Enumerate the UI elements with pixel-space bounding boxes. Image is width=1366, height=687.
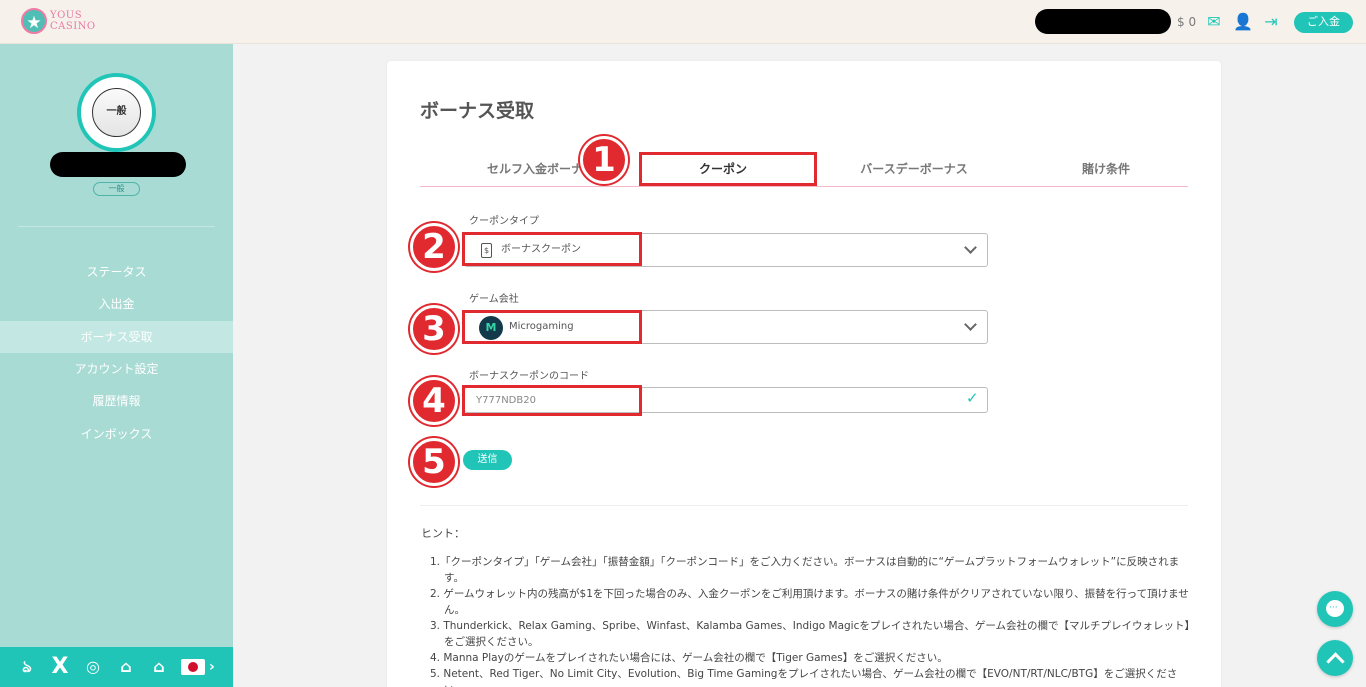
chat-button[interactable]: ··· <box>1317 591 1353 627</box>
avatar-level-text: 一般 <box>92 88 141 137</box>
avatar: 一般 <box>77 73 156 152</box>
top-header: ★ YOUS CASINO $ 0 ✉ 👤 ⇥ ご入金 <box>0 0 1366 44</box>
sidebar-item-inbox[interactable]: インボックス <box>0 418 233 450</box>
game-provider-highlight <box>462 310 642 344</box>
blog-icon[interactable]: ঌ <box>16 656 38 678</box>
sidebar-divider <box>18 226 215 227</box>
social-bar: ঌ X ◎ ⌂ ⌂ › <box>0 647 233 687</box>
sidebar-item-deposit-withdraw[interactable]: 入出金 <box>0 288 233 320</box>
hint-divider <box>420 505 1188 506</box>
hint-item: 4. Manna Playのゲームをプレイされたい場合には、ゲーム会社の欄で【T… <box>430 652 948 664</box>
coupon-type-highlight <box>462 232 642 266</box>
user-icon[interactable]: 👤 <box>1233 12 1253 32</box>
tab-birthday-bonus[interactable]: バースデーボーナス <box>818 160 1010 177</box>
coupon-type-label: クーポンタイプ <box>469 216 539 227</box>
mail-icon[interactable]: ✉ <box>1204 12 1224 32</box>
tabs-underline <box>420 186 1188 187</box>
hint-item: 1.「クーポンタイプ」「ゲーム会社」「振替金額」「クーポンコード」をご入力くださ… <box>430 556 1180 584</box>
redacted-player-name <box>50 152 186 177</box>
japan-flag-icon[interactable] <box>181 659 205 675</box>
x-twitter-icon[interactable]: X <box>49 656 71 678</box>
support-icon[interactable]: ⌂ <box>148 656 170 678</box>
wallet-balance: $ 0 <box>1177 15 1197 29</box>
chevron-down-icon <box>964 318 977 331</box>
star-icon: ★ <box>21 8 47 34</box>
coupon-code-label: ボーナスクーポンのコード <box>469 371 589 382</box>
coupon-code-highlight <box>462 385 642 416</box>
scroll-top-button[interactable] <box>1317 640 1353 676</box>
sidebar-item-bonus[interactable]: ボーナス受取 <box>0 321 233 353</box>
community-icon[interactable]: ⌂ <box>115 656 137 678</box>
step-badge-1: 1 <box>580 136 628 184</box>
chevron-down-icon <box>964 241 977 254</box>
step-badge-3: 3 <box>410 305 458 353</box>
chevron-right-icon[interactable]: › <box>209 659 215 675</box>
chat-icon: ··· <box>1329 603 1338 613</box>
step-badge-4: 4 <box>410 377 458 425</box>
sidebar-item-status[interactable]: ステータス <box>0 256 233 288</box>
redacted-username <box>1035 9 1171 34</box>
hint-item: 2. ゲームウォレット内の残高が$1を下回った場合のみ、入金クーポンをご利用頂け… <box>430 588 1189 616</box>
hint-title: ヒント： <box>421 527 465 540</box>
sidebar-item-history[interactable]: 履歴情報 <box>0 385 233 417</box>
page-title: ボーナス受取 <box>420 100 535 122</box>
logout-icon[interactable]: ⇥ <box>1261 12 1281 32</box>
check-icon: ✓ <box>966 389 979 407</box>
tab-wagering[interactable]: 賭け条件 <box>1010 160 1202 177</box>
sidebar-item-account[interactable]: アカウント設定 <box>0 353 233 385</box>
casino-logo[interactable]: ★ YOUS CASINO <box>21 8 96 34</box>
game-provider-label: ゲーム会社 <box>469 294 519 305</box>
deposit-button[interactable]: ご入金 <box>1294 12 1353 33</box>
submit-button[interactable]: 送信 <box>463 450 512 470</box>
hint-list: 1.「クーポンタイプ」「ゲーム会社」「振替金額」「クーポンコード」をご入力くださ… <box>430 554 1190 687</box>
sidebar: 一般 一般 ステータス 入出金 ボーナス受取 アカウント設定 履歴情報 インボッ… <box>0 44 233 687</box>
coupon-tab-highlight <box>639 152 817 186</box>
hint-item: 3. Thunderkick、Relax Gaming、Spribe、Winfa… <box>430 620 1190 648</box>
step-badge-2: 2 <box>410 223 458 271</box>
hint-item: 5. Netent、Red Tiger、No Limit City、Evolut… <box>430 668 1178 687</box>
vip-level-badge: 一般 <box>93 182 140 196</box>
instagram-icon[interactable]: ◎ <box>82 656 104 678</box>
step-badge-5: 5 <box>410 438 458 486</box>
